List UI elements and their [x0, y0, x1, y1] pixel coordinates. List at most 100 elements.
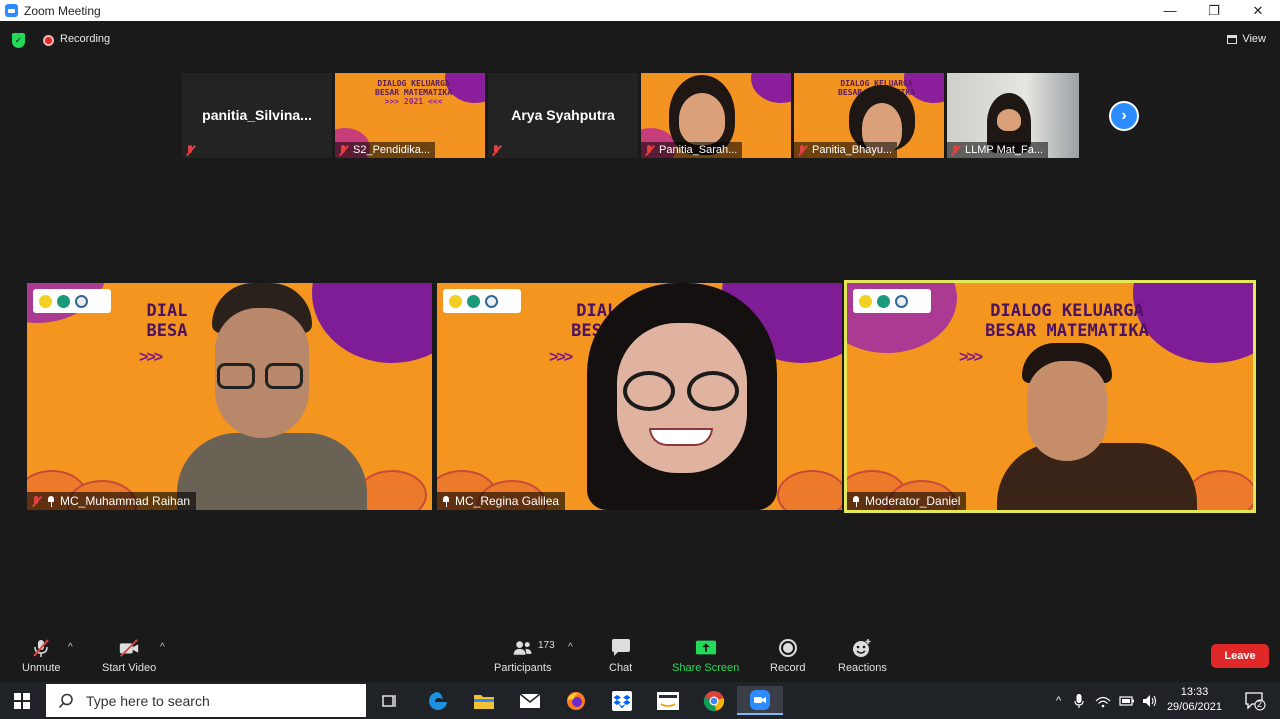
muted-mic-icon: [185, 144, 196, 156]
grid-view-icon: [1227, 34, 1238, 44]
mail-icon[interactable]: [507, 686, 553, 715]
participant-thumbnail[interactable]: LLMP Mat_Fa...: [947, 73, 1079, 158]
chrome-icon[interactable]: [691, 686, 737, 715]
logo-bar: [443, 289, 521, 313]
participant-label: Panitia_Sarah...: [641, 142, 743, 158]
leave-button[interactable]: Leave: [1211, 644, 1269, 668]
show-hidden-icons-chevron-icon[interactable]: ^: [1056, 695, 1061, 707]
muted-mic-icon: [491, 144, 502, 156]
muted-mic-icon: [338, 144, 349, 156]
video-options-chevron-icon[interactable]: ^: [160, 642, 165, 653]
file-explorer-icon[interactable]: [461, 686, 507, 715]
meeting-toolbar: Unmute ^ Start Video ^ Participants 173 …: [0, 630, 1280, 682]
reactions-smiley-icon: [851, 638, 873, 658]
share-screen-icon: [695, 638, 717, 658]
share-screen-button[interactable]: Share Screen: [672, 638, 739, 674]
minimize-button[interactable]: —: [1148, 0, 1192, 21]
audio-options-chevron-icon[interactable]: ^: [68, 642, 73, 653]
window-title: Zoom Meeting: [24, 3, 101, 18]
video-tile[interactable]: DIAL BESA >>> MC_Muhammad Raihan: [27, 283, 432, 510]
participants-icon: [512, 638, 534, 658]
pin-icon: [46, 495, 56, 507]
view-button[interactable]: View: [1227, 33, 1266, 45]
muted-mic-icon: [31, 495, 42, 507]
pin-icon: [441, 495, 451, 507]
task-view-icon[interactable]: [367, 686, 413, 715]
participant-count: 173: [538, 640, 555, 651]
firefox-icon[interactable]: [553, 686, 599, 715]
participant-thumbnail[interactable]: panitia_Silvina...: [182, 73, 332, 158]
window-controls: — ❐ ✕: [1148, 0, 1280, 21]
recording-label[interactable]: Recording: [60, 33, 110, 45]
participant-name: MC_Muhammad Raihan: [60, 494, 191, 508]
chat-icon: [610, 638, 632, 658]
search-placeholder: Type here to search: [86, 692, 210, 709]
recording-dot-icon: [43, 35, 54, 46]
muted-mic-icon: [644, 144, 655, 156]
volume-icon[interactable]: [1142, 694, 1158, 708]
microphone-icon[interactable]: [1074, 693, 1084, 709]
start-video-label: Start Video: [102, 662, 157, 674]
view-label: View: [1242, 33, 1266, 45]
participants-label: Participants: [494, 662, 552, 674]
participant-name: Panitia_Bhayu...: [812, 144, 893, 156]
notification-center-icon[interactable]: 2: [1244, 691, 1266, 716]
battery-icon[interactable]: [1119, 695, 1135, 707]
zoom-taskbar-icon[interactable]: [737, 686, 783, 715]
reactions-label: Reactions: [838, 662, 887, 674]
clock-time: 13:33: [1180, 686, 1209, 698]
wifi-icon[interactable]: [1095, 694, 1111, 708]
chat-button[interactable]: Chat: [609, 638, 632, 674]
taskbar-search-input[interactable]: Type here to search: [46, 684, 366, 717]
record-button[interactable]: Record: [770, 638, 805, 674]
participant-thumbnail[interactable]: DIALOG KELUARGABESAR MATEMATIKA Panitia_…: [794, 73, 944, 158]
poster-arrows: >>>: [139, 349, 163, 366]
participant-thumbnail[interactable]: DIALOG KELUARGA BESAR MATEMATIKA >>> 2021 …: [335, 73, 485, 158]
security-shield-icon[interactable]: [12, 33, 25, 48]
participant-name: Arya Syahputra: [511, 107, 615, 123]
thumbnail-strip: panitia_Silvina... DIALOG KELUARGA BESAR …: [182, 73, 1079, 158]
zoom-app-icon: [5, 4, 18, 17]
windows-start-icon[interactable]: [14, 693, 30, 709]
poster-arrows: >>>: [549, 349, 573, 366]
participant-thumbnail[interactable]: Arya Syahputra: [488, 73, 638, 158]
notification-count: 2: [1257, 699, 1263, 709]
participant-label: Panitia_Bhayu...: [794, 142, 898, 158]
participant-label: [182, 142, 201, 158]
restore-button[interactable]: ❐: [1192, 0, 1236, 21]
participant-name: Panitia_Sarah...: [659, 144, 738, 156]
participant-label: S2_Pendidika...: [335, 142, 436, 158]
record-label: Record: [770, 662, 806, 674]
participant-name: S2_Pendidika...: [353, 144, 431, 156]
participant-thumbnail[interactable]: Panitia_Sarah...: [641, 73, 791, 158]
taskbar-clock[interactable]: 13:33 29/06/2021: [1167, 685, 1222, 715]
next-page-chevron-icon[interactable]: ›: [1109, 101, 1139, 131]
participant-name: MC_Regina Galilea: [455, 494, 560, 508]
participant-label: MC_Regina Galilea: [437, 492, 566, 510]
muted-mic-icon: [950, 144, 961, 156]
edge-browser-icon[interactable]: [415, 686, 461, 715]
participant-label: LLMP Mat_Fa...: [947, 142, 1049, 158]
dropbox-icon[interactable]: [599, 686, 645, 715]
muted-mic-icon: [30, 638, 52, 658]
poster-arrows: >>>: [959, 349, 983, 366]
video-off-icon: [118, 638, 140, 658]
participants-options-chevron-icon[interactable]: ^: [568, 642, 573, 653]
logo-bar: [33, 289, 111, 313]
close-button[interactable]: ✕: [1236, 0, 1280, 21]
share-screen-label: Share Screen: [672, 662, 740, 674]
active-speaker-tile[interactable]: DIALOG KELUARGABESAR MATEMATIKA2021 >>> …: [844, 280, 1256, 513]
chat-label: Chat: [609, 662, 633, 674]
amazon-app-icon[interactable]: [645, 686, 691, 715]
poster-title: DIALOG KELUARGA BESAR MATEMATIKA >>> 2021 …: [375, 79, 453, 106]
start-video-button[interactable]: Start Video: [102, 638, 156, 674]
unmute-button[interactable]: Unmute: [22, 638, 61, 674]
participant-label: MC_Muhammad Raihan: [27, 492, 197, 510]
muted-mic-icon: [797, 144, 808, 156]
clock-date: 29/06/2021: [1166, 701, 1222, 713]
unmute-label: Unmute: [22, 662, 61, 674]
windows-taskbar: Type here to search ^ 13:33 29/06/2021 2: [0, 682, 1280, 719]
pin-icon: [851, 495, 861, 507]
reactions-button[interactable]: Reactions: [838, 638, 887, 674]
video-tile[interactable]: DIALOGBESAR M >>> MC_Regina Galilea: [437, 283, 842, 510]
